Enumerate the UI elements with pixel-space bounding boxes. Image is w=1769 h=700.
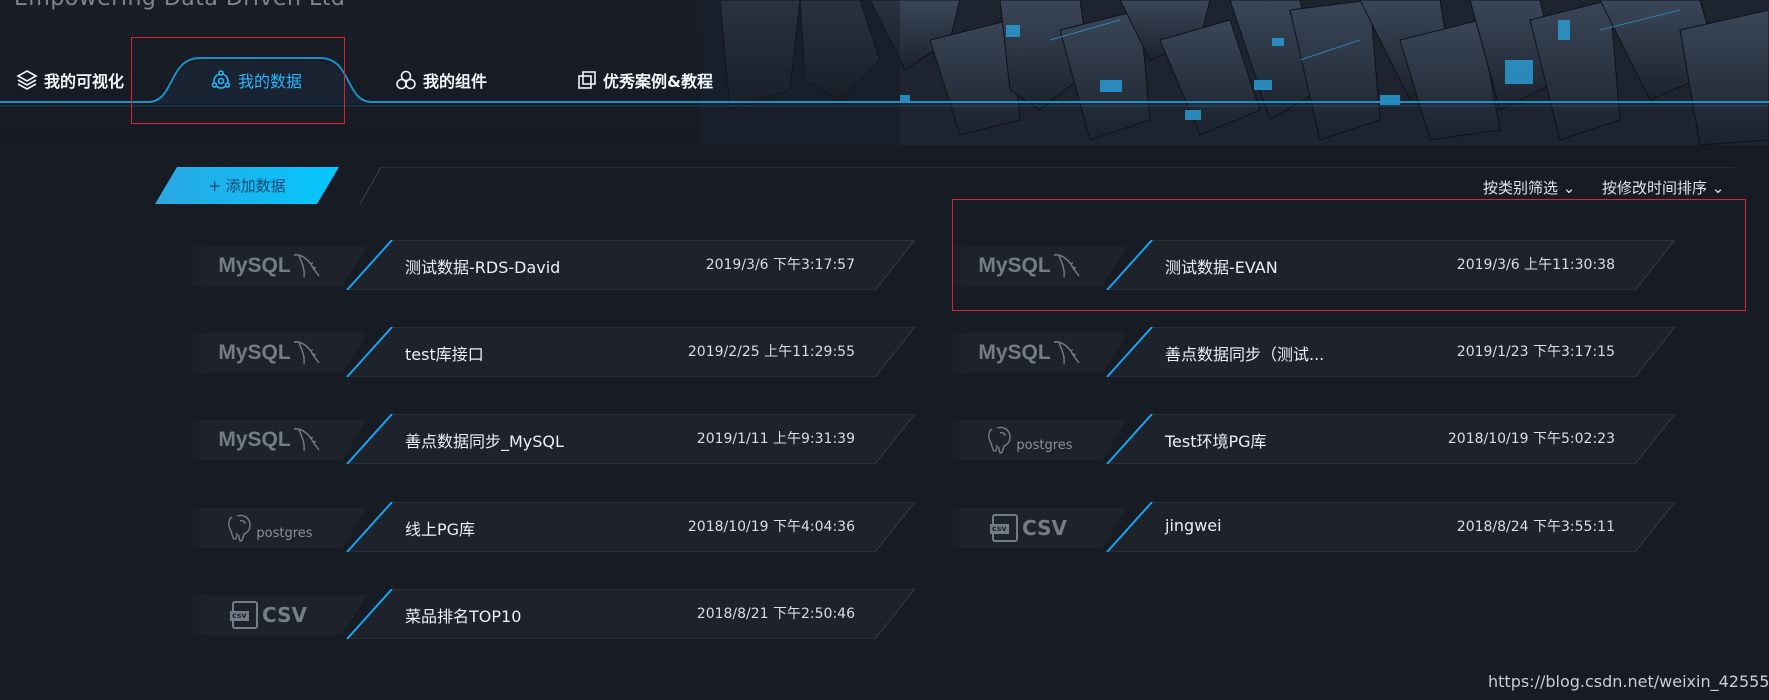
sort-label: 按修改时间排序 xyxy=(1602,179,1708,197)
mysql-logo-text: MySQL xyxy=(218,428,291,451)
card-title[interactable]: 测试数据-EVAN xyxy=(1165,254,1278,278)
mysql-logo: MySQL xyxy=(182,333,357,373)
data-source-card[interactable]: csv CSV jingwei 2018/8/24 下午3:55:11 xyxy=(942,502,1675,552)
card-title[interactable]: jingwei xyxy=(1165,516,1222,535)
csv-badge: csv xyxy=(990,524,1009,534)
data-source-card[interactable]: MySQL 测试数据-EVAN 2019/3/6 上午11:30:38 xyxy=(942,240,1675,290)
card-modified-date: 2019/3/6 上午11:30:38 xyxy=(1456,257,1615,273)
card-title[interactable]: 菜品排名TOP10 xyxy=(405,603,521,627)
dolphin-icon xyxy=(293,254,320,278)
card-title[interactable]: Test环境PG库 xyxy=(1165,428,1267,452)
nav-item-cases[interactable]: 优秀案例&教程 xyxy=(577,68,713,92)
dolphin-icon xyxy=(1053,254,1080,278)
card-title[interactable]: 善点数据同步（测试... xyxy=(1165,341,1324,365)
filter-by-category-dropdown[interactable]: 按类别筛选 ⌄ xyxy=(1483,177,1575,198)
card-modified-date: 2018/10/19 下午5:02:23 xyxy=(1447,431,1615,447)
mysql-logo-text: MySQL xyxy=(218,341,291,364)
data-source-card[interactable]: csv CSV 菜品排名TOP10 2018/8/21 下午2:50:46 xyxy=(182,589,915,639)
card-modified-date: 2019/3/6 下午3:17:57 xyxy=(705,257,855,273)
csv-logo: csv CSV xyxy=(942,508,1117,548)
csv-file-icon: csv xyxy=(230,601,259,629)
mysql-logo: MySQL xyxy=(182,246,357,286)
nav-label: 我的组件 xyxy=(423,72,488,91)
watermark: https://blog.csdn.net/weixin_42555401 xyxy=(1488,672,1769,691)
postgres-logo: postgres xyxy=(942,420,1117,460)
components-icon xyxy=(396,70,416,90)
card-title[interactable]: test库接口 xyxy=(405,341,484,365)
dolphin-icon xyxy=(293,428,320,452)
csv-logo-text: CSV xyxy=(262,603,307,627)
nav-item-components[interactable]: 我的组件 xyxy=(395,68,487,92)
card-title[interactable]: 线上PG库 xyxy=(405,516,475,540)
mysql-logo: MySQL xyxy=(942,333,1117,373)
data-icon xyxy=(211,70,231,89)
card-modified-date: 2019/1/23 下午3:17:15 xyxy=(1456,344,1615,360)
mysql-logo-text: MySQL xyxy=(978,341,1051,364)
card-modified-date: 2018/8/24 下午3:55:11 xyxy=(1456,519,1615,535)
chevron-down-icon: ⌄ xyxy=(1711,179,1725,197)
mysql-logo: MySQL xyxy=(942,246,1117,286)
nav-label: 我的数据 xyxy=(238,72,303,91)
layers-icon xyxy=(16,70,38,90)
elephant-icon xyxy=(988,426,1012,454)
mysql-logo: MySQL xyxy=(182,420,357,460)
card-modified-date: 2018/8/21 下午2:50:46 xyxy=(696,606,855,622)
chevron-down-icon: ⌄ xyxy=(1562,179,1576,197)
dolphin-icon xyxy=(1053,341,1080,365)
postgres-logo-text: postgres xyxy=(1016,437,1073,453)
card-title[interactable]: 测试数据-RDS-David xyxy=(405,254,560,278)
card-modified-date: 2018/10/19 下午4:04:36 xyxy=(687,519,855,535)
card-modified-date: 2019/1/11 上午9:31:39 xyxy=(696,431,855,447)
nav-item-visualization[interactable]: 我的可视化 xyxy=(16,68,124,92)
csv-logo: csv CSV xyxy=(182,595,357,635)
data-source-card[interactable]: MySQL test库接口 2019/2/25 上午11:29:55 xyxy=(182,327,915,377)
data-source-card[interactable]: MySQL 善点数据同步_MySQL 2019/1/11 上午9:31:39 xyxy=(182,414,915,464)
data-source-card[interactable]: postgres 线上PG库 2018/10/19 下午4:04:36 xyxy=(182,502,915,552)
data-source-card[interactable]: MySQL 善点数据同步（测试... 2019/1/23 下午3:17:15 xyxy=(942,327,1675,377)
data-source-card[interactable]: MySQL 测试数据-RDS-David 2019/3/6 下午3:17:57 xyxy=(182,240,915,290)
mysql-logo-text: MySQL xyxy=(978,254,1051,277)
nav-label: 优秀案例&教程 xyxy=(603,72,713,91)
nav-item-data[interactable]: 我的数据 xyxy=(210,68,302,92)
card-modified-date: 2019/2/25 上午11:29:55 xyxy=(687,344,855,360)
elephant-icon xyxy=(228,514,252,542)
postgres-logo-text: postgres xyxy=(256,525,313,541)
brand-title: Empowering Data Driven Ltd xyxy=(14,0,345,11)
csv-badge: csv xyxy=(230,611,249,621)
add-data-button[interactable]: + 添加数据 xyxy=(155,167,339,204)
postgres-logo: postgres xyxy=(182,508,357,548)
sort-by-modified-dropdown[interactable]: 按修改时间排序 ⌄ xyxy=(1602,177,1724,198)
toolbar: + 添加数据 按类别筛选 ⌄ 按修改时间排序 ⌄ xyxy=(155,167,1735,205)
csv-file-icon: csv xyxy=(990,514,1019,542)
cases-icon xyxy=(578,71,596,89)
card-title[interactable]: 善点数据同步_MySQL xyxy=(405,428,564,452)
data-source-card[interactable]: postgres Test环境PG库 2018/10/19 下午5:02:23 xyxy=(942,414,1675,464)
dolphin-icon xyxy=(293,341,320,365)
csv-logo-text: CSV xyxy=(1022,516,1067,540)
nav-label: 我的可视化 xyxy=(44,72,125,91)
filter-label: 按类别筛选 xyxy=(1483,179,1559,197)
mysql-logo-text: MySQL xyxy=(218,254,291,277)
